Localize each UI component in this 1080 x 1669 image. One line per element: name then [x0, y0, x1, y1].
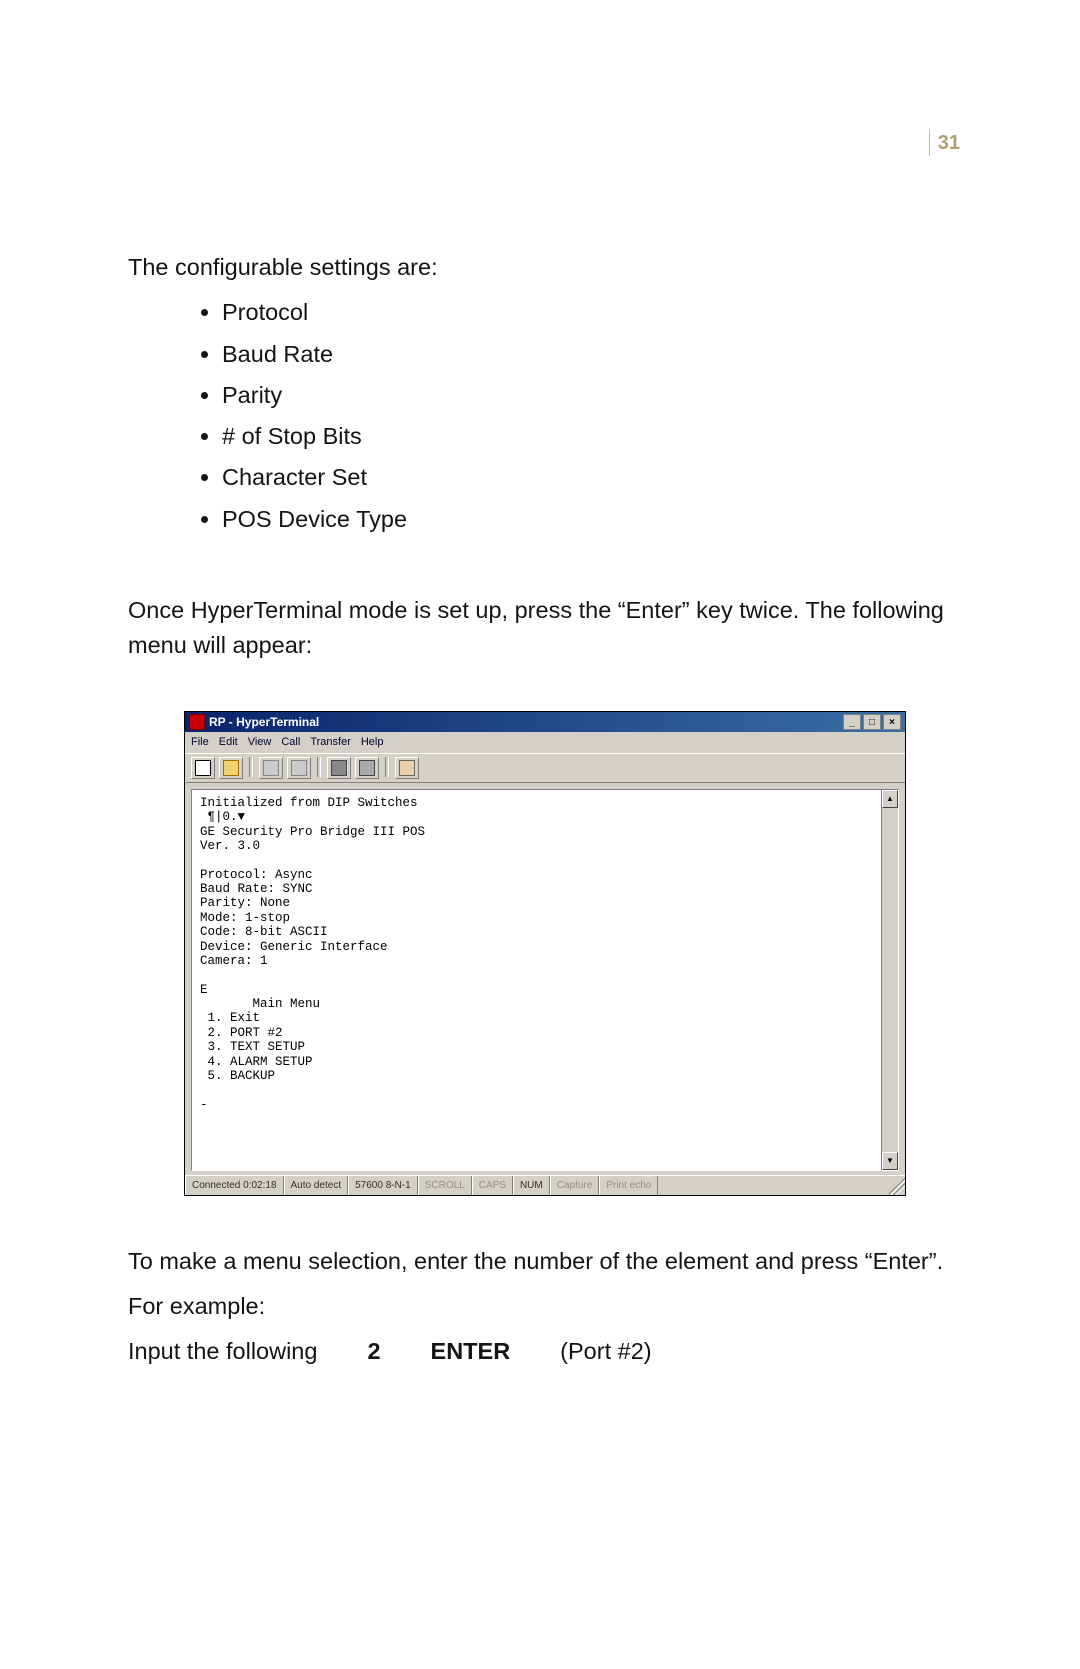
list-item: Protocol [222, 295, 952, 330]
status-printecho: Print echo [599, 1176, 658, 1195]
status-scroll: SCROLL [418, 1176, 472, 1195]
example-port: (Port #2) [560, 1334, 651, 1369]
terminal-inner: Initialized from DIP Switches ¶|0.▼ GE S… [191, 789, 899, 1171]
page-number-rule [929, 130, 930, 156]
maximize-button[interactable]: □ [863, 714, 881, 730]
properties-button[interactable] [395, 757, 419, 779]
open-button[interactable] [219, 757, 243, 779]
hangup-button[interactable] [287, 757, 311, 779]
example-line: Input the following 2 ENTER (Port #2) [128, 1334, 952, 1369]
toolbar-separator [317, 757, 321, 777]
toolbar-separator [249, 757, 253, 777]
menu-call[interactable]: Call [281, 734, 300, 751]
open-icon [223, 760, 239, 776]
send-button[interactable] [327, 757, 351, 779]
minimize-button[interactable]: _ [843, 714, 861, 730]
status-caps: CAPS [472, 1176, 513, 1195]
list-item: # of Stop Bits [222, 419, 952, 454]
properties-icon [399, 760, 415, 776]
example-lead: Input the following [128, 1334, 317, 1369]
menu-transfer[interactable]: Transfer [310, 734, 351, 751]
app-icon [189, 714, 205, 730]
new-doc-icon [195, 760, 211, 776]
for-example-text: For example: [128, 1289, 952, 1324]
dial-icon [263, 760, 279, 776]
statusbar: Connected 0:02:18 Auto detect 57600 8-N-… [185, 1175, 905, 1195]
resize-grip[interactable] [889, 1176, 905, 1195]
status-settings: 57600 8-N-1 [348, 1176, 418, 1195]
list-item: POS Device Type [222, 502, 952, 537]
list-item: Parity [222, 378, 952, 413]
send-icon [331, 760, 347, 776]
example-enter: ENTER [431, 1334, 511, 1369]
receive-icon [359, 760, 375, 776]
new-doc-button[interactable] [191, 757, 215, 779]
menu-edit[interactable]: Edit [219, 734, 238, 751]
after-shot-text: To make a menu selection, enter the numb… [128, 1244, 952, 1279]
list-item: Baud Rate [222, 337, 952, 372]
toolbar-separator [385, 757, 389, 777]
vertical-scrollbar[interactable]: ▲ ▼ [881, 790, 898, 1170]
after-bullets-text: Once HyperTerminal mode is set up, press… [128, 593, 952, 664]
toolbar [185, 754, 905, 783]
menu-view[interactable]: View [248, 734, 272, 751]
page: 31 The configurable settings are: Protoc… [0, 0, 1080, 1669]
settings-list: Protocol Baud Rate Parity # of Stop Bits… [128, 295, 952, 537]
scroll-down-button[interactable]: ▼ [882, 1152, 898, 1170]
status-capture: Capture [550, 1176, 600, 1195]
receive-button[interactable] [355, 757, 379, 779]
menu-help[interactable]: Help [361, 734, 384, 751]
body-content: The configurable settings are: Protocol … [128, 250, 952, 1370]
example-number: 2 [367, 1334, 380, 1369]
status-num: NUM [513, 1176, 550, 1195]
menu-file[interactable]: File [191, 734, 209, 751]
list-item: Character Set [222, 460, 952, 495]
page-number: 31 [938, 132, 960, 155]
terminal-text: Initialized from DIP Switches ¶|0.▼ GE S… [192, 790, 881, 1170]
hyperterminal-window: RP - HyperTerminal _ □ × File Edit View … [184, 711, 906, 1196]
status-detect: Auto detect [284, 1176, 349, 1195]
dial-button[interactable] [259, 757, 283, 779]
window-title: RP - HyperTerminal [209, 713, 843, 731]
titlebar: RP - HyperTerminal _ □ × [185, 712, 905, 732]
close-button[interactable]: × [883, 714, 901, 730]
menubar: File Edit View Call Transfer Help [185, 732, 905, 754]
page-number-wrap: 31 [929, 130, 960, 156]
scroll-up-button[interactable]: ▲ [882, 790, 898, 808]
hangup-icon [291, 760, 307, 776]
status-connected: Connected 0:02:18 [185, 1176, 284, 1195]
terminal-viewport: Initialized from DIP Switches ¶|0.▼ GE S… [185, 783, 905, 1175]
intro-text: The configurable settings are: [128, 250, 952, 285]
